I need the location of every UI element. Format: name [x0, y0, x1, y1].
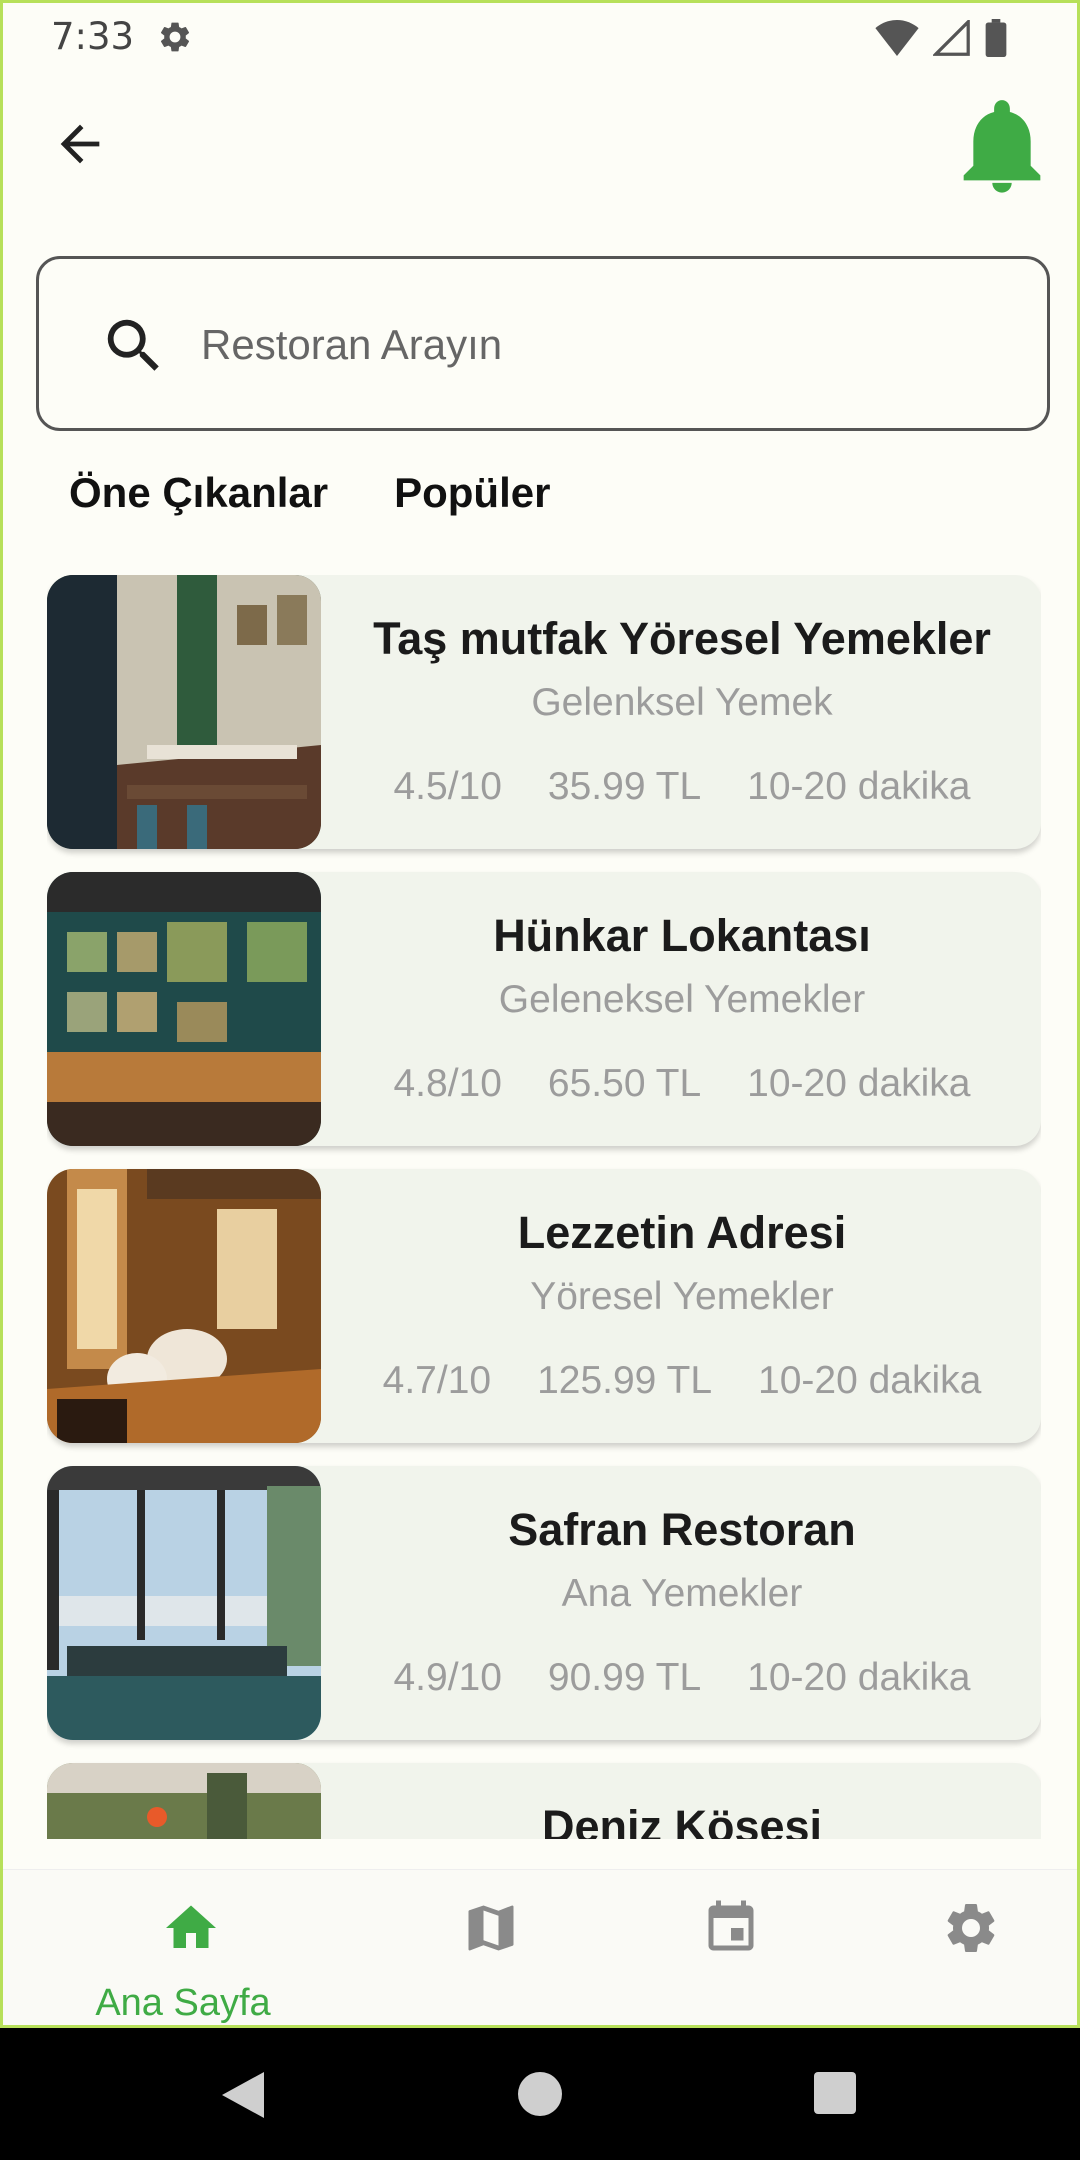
map-icon: [468, 1905, 514, 1951]
restaurant-name: Hünkar Lokantası: [493, 910, 871, 961]
restaurant-price: 35.99 TL: [547, 765, 702, 808]
restaurant-meta: 4.7/10 125.99 TL 10-20 dakika: [337, 1359, 1027, 1403]
category-tabs: Öne Çıkanlar Popüler: [69, 469, 550, 517]
restaurant-image: [47, 1466, 321, 1740]
restaurant-price: 90.99 TL: [547, 1656, 702, 1699]
restaurant-category: Ana Yemekler: [561, 1572, 803, 1615]
nav-calendar[interactable]: [623, 1870, 823, 2025]
bell-icon[interactable]: [959, 99, 1045, 193]
search-icon: [107, 319, 159, 371]
restaurant-meta: 4.8/10 65.50 TL 10-20 dakika: [337, 1062, 1027, 1106]
settings-icon: [160, 22, 190, 52]
wifi-icon: [875, 20, 919, 56]
system-home-icon[interactable]: [518, 2072, 562, 2116]
restaurant-image: [47, 872, 321, 1146]
restaurant-meta: 4.5/10 35.99 TL 10-20 dakika: [337, 765, 1027, 809]
back-arrow-icon[interactable]: [51, 115, 109, 173]
restaurant-rating: 4.8/10: [393, 1062, 502, 1105]
restaurant-delivery-time: 10-20 dakika: [747, 1656, 971, 1699]
nav-settings[interactable]: [863, 1870, 1063, 2025]
restaurant-name: Deniz Köşesi: [541, 1801, 823, 1839]
restaurant-image: [47, 1763, 321, 1839]
bottom-navigation: Ana Sayfa: [3, 1869, 1077, 2025]
nav-home[interactable]: Ana Sayfa: [83, 1870, 283, 2025]
restaurant-card[interactable]: Taş mutfak Yöresel Yemekler Gelenksel Ye…: [47, 575, 1041, 849]
restaurant-list[interactable]: Taş mutfak Yöresel Yemekler Gelenksel Ye…: [47, 575, 1041, 1839]
restaurant-info: Hünkar Lokantası Geleneksel Yemekler 4.8…: [337, 872, 1027, 1146]
search-box[interactable]: [36, 256, 1050, 431]
app-screen: 7:33 Öne Çıkanlar Popüler: [0, 0, 1080, 2028]
restaurant-category: Yöresel Yemekler: [530, 1275, 834, 1318]
nav-map[interactable]: [383, 1870, 583, 2025]
status-time: 7:33: [51, 15, 135, 58]
tab-popular[interactable]: Popüler: [394, 469, 550, 517]
battery-icon: [985, 19, 1007, 57]
restaurant-name: Taş mutfak Yöresel Yemekler: [373, 613, 991, 664]
restaurant-name: Safran Restoran: [508, 1504, 856, 1555]
calendar-icon: [708, 1900, 754, 1951]
restaurant-delivery-time: 10-20 dakika: [747, 1062, 971, 1105]
restaurant-info: Taş mutfak Yöresel Yemekler Gelenksel Ye…: [337, 575, 1027, 849]
system-back-icon[interactable]: [220, 2070, 266, 2120]
restaurant-rating: 4.5/10: [393, 765, 502, 808]
restaurant-rating: 4.9/10: [393, 1656, 502, 1699]
restaurant-price: 125.99 TL: [537, 1359, 713, 1402]
restaurant-delivery-time: 10-20 dakika: [747, 765, 971, 808]
status-bar: 7:33: [3, 3, 1077, 71]
restaurant-name: Lezzetin Adresi: [517, 1207, 847, 1258]
restaurant-card[interactable]: Safran Restoran Ana Yemekler 4.9/10 90.9…: [47, 1466, 1041, 1740]
restaurant-image: [47, 1169, 321, 1443]
system-navigation-bar: [0, 2028, 1080, 2160]
restaurant-card[interactable]: Hünkar Lokantası Geleneksel Yemekler 4.8…: [47, 872, 1041, 1146]
signal-icon: [933, 20, 970, 56]
restaurant-delivery-time: 10-20 dakika: [758, 1359, 982, 1402]
restaurant-card[interactable]: Lezzetin Adresi Yöresel Yemekler 4.7/10 …: [47, 1169, 1041, 1443]
system-recents-icon[interactable]: [814, 2072, 856, 2114]
search-input[interactable]: [201, 309, 1001, 381]
restaurant-info: Safran Restoran Ana Yemekler 4.9/10 90.9…: [337, 1466, 1027, 1740]
home-icon: [166, 1905, 216, 1948]
restaurant-price: 65.50 TL: [547, 1062, 702, 1105]
status-icons: [875, 19, 1007, 57]
restaurant-info: Lezzetin Adresi Yöresel Yemekler 4.7/10 …: [337, 1169, 1027, 1443]
restaurant-info: Deniz Köşesi: [337, 1763, 1027, 1839]
restaurant-image: [47, 575, 321, 849]
restaurant-card[interactable]: Deniz Köşesi: [47, 1763, 1041, 1839]
restaurant-category: Geleneksel Yemekler: [498, 978, 866, 1021]
nav-home-label: Ana Sayfa: [95, 1982, 271, 2024]
tab-featured[interactable]: Öne Çıkanlar: [69, 469, 328, 517]
restaurant-category: Gelenksel Yemek: [531, 681, 833, 724]
restaurant-meta: 4.9/10 90.99 TL 10-20 dakika: [337, 1656, 1027, 1700]
restaurant-rating: 4.7/10: [382, 1359, 492, 1402]
settings-icon: [947, 1903, 995, 1952]
